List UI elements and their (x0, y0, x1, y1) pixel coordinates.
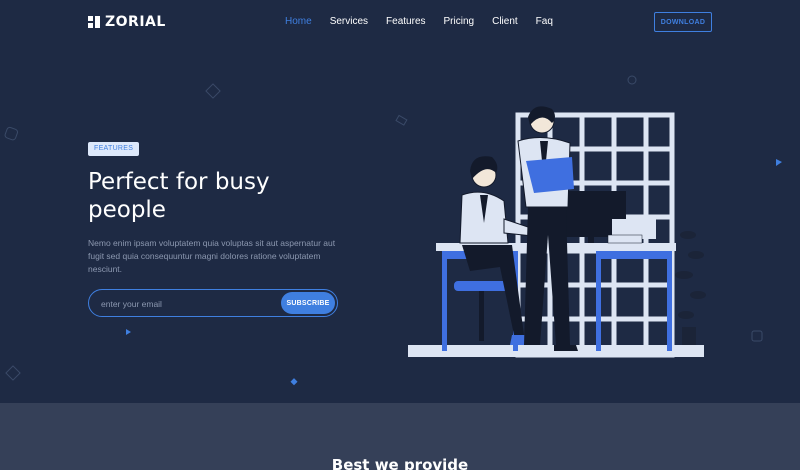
section-title: Best we provide (331, 456, 469, 470)
email-input[interactable] (101, 296, 271, 312)
hero-description: Nemo enim ipsam voluptatem quia voluptas… (88, 238, 336, 274)
subscribe-form: SUBSCRIBE (88, 289, 338, 317)
hero-title: Perfect for busy people (88, 169, 270, 223)
features-badge: FEATURES (88, 142, 140, 156)
subscribe-button[interactable]: SUBSCRIBE (281, 292, 335, 314)
office-illustration (408, 106, 706, 358)
